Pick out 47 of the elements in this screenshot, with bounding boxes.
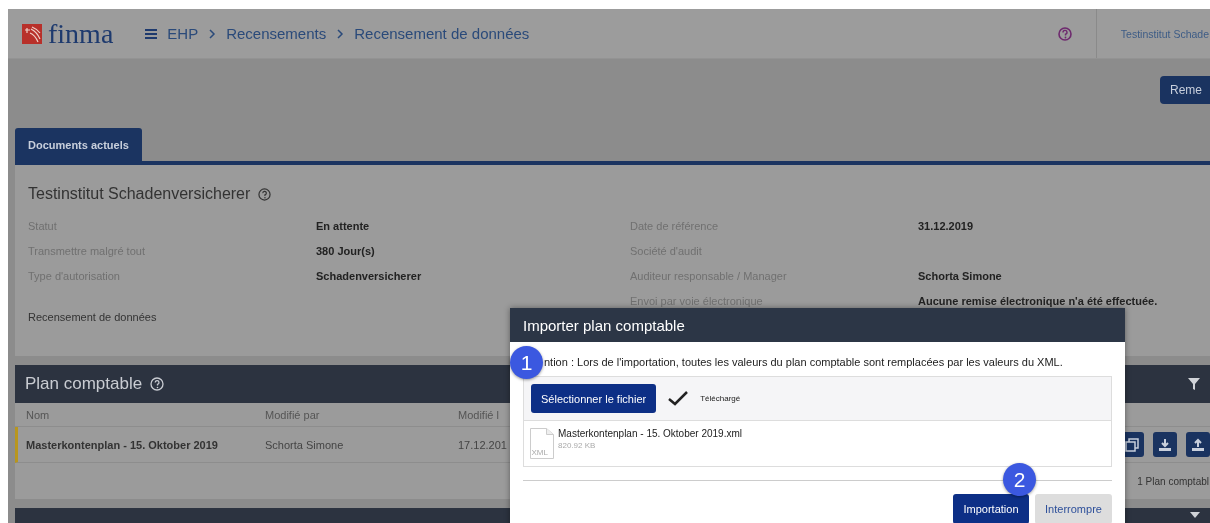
upload-button[interactable] xyxy=(1186,432,1210,457)
table-cell-text: Masterkontenplan - 15. Oktober 2019 xyxy=(26,438,219,451)
tab[interactable]: Documents actuels xyxy=(15,128,142,161)
help-icon[interactable] xyxy=(258,187,272,201)
check-icon xyxy=(668,391,689,406)
upload-status: Téléchargé xyxy=(700,394,741,403)
filter-icon[interactable] xyxy=(1188,378,1200,390)
section-label: Recensement de données xyxy=(28,311,157,323)
upload-icon xyxy=(1191,437,1205,452)
help-icon[interactable] xyxy=(1057,26,1072,41)
file-name: Masterkontenplan - 15. Oktober 2019.xml xyxy=(558,428,742,439)
section-title: Plan comptable xyxy=(25,374,143,394)
breadcrumb-link[interactable]: Recensement de données xyxy=(354,25,530,42)
download-icon xyxy=(1158,437,1172,452)
submit-button[interactable]: Reme xyxy=(1160,76,1210,104)
copy-icon xyxy=(1125,437,1139,452)
chevron-icon xyxy=(336,28,345,39)
field-value: Aucune remise électronique n'a été effectuée. xyxy=(918,294,1159,307)
menu-icon[interactable] xyxy=(145,28,158,39)
breadcrumb-link[interactable]: EHP xyxy=(167,25,199,42)
select-file-button[interactable]: Sélectionner le fichier xyxy=(531,384,657,413)
field-value: En attente xyxy=(316,219,371,232)
column-header[interactable]: Nom xyxy=(26,408,265,421)
record-title: Testinstitut Schadenversicherer xyxy=(28,185,251,203)
cancel-button[interactable]: Interrompre xyxy=(1035,494,1112,523)
column-header[interactable]: Modifié par xyxy=(265,408,458,421)
warning-message: ntion : Lors de l'importation, toutes les valeurs du plan comptable sont remplacées par les valeurs du XML. xyxy=(544,356,1063,370)
row-count: 1 Plan comptabl xyxy=(1137,475,1209,487)
table-cell-text: Schorta Simone xyxy=(265,438,345,451)
file-size: 820.92 KB xyxy=(558,441,597,450)
dialog-title: Importer plan comptable xyxy=(510,308,1125,342)
logo-text[interactable]: finma xyxy=(48,19,114,48)
field-value: Schorta Simone xyxy=(918,269,1003,282)
logo-icon xyxy=(22,23,42,44)
import-button[interactable]: Importation xyxy=(953,494,1029,523)
table-cell-text: 17.12.201 xyxy=(458,438,508,451)
field-value: 380 Jour(s) xyxy=(316,244,376,257)
file-icon: XML xyxy=(530,428,554,459)
field-value: Schadenversicherer xyxy=(316,269,423,282)
chevron-icon xyxy=(208,28,217,39)
user-name[interactable]: Testinstitut Schade xyxy=(1095,9,1210,58)
caret-icon[interactable] xyxy=(1190,512,1200,520)
step-marker: 2 xyxy=(1003,463,1036,496)
download-button[interactable] xyxy=(1153,432,1177,457)
step-marker: 1 xyxy=(510,346,543,379)
breadcrumb-link[interactable]: Recensements xyxy=(226,25,327,42)
field-value: 31.12.2019 xyxy=(918,219,975,232)
